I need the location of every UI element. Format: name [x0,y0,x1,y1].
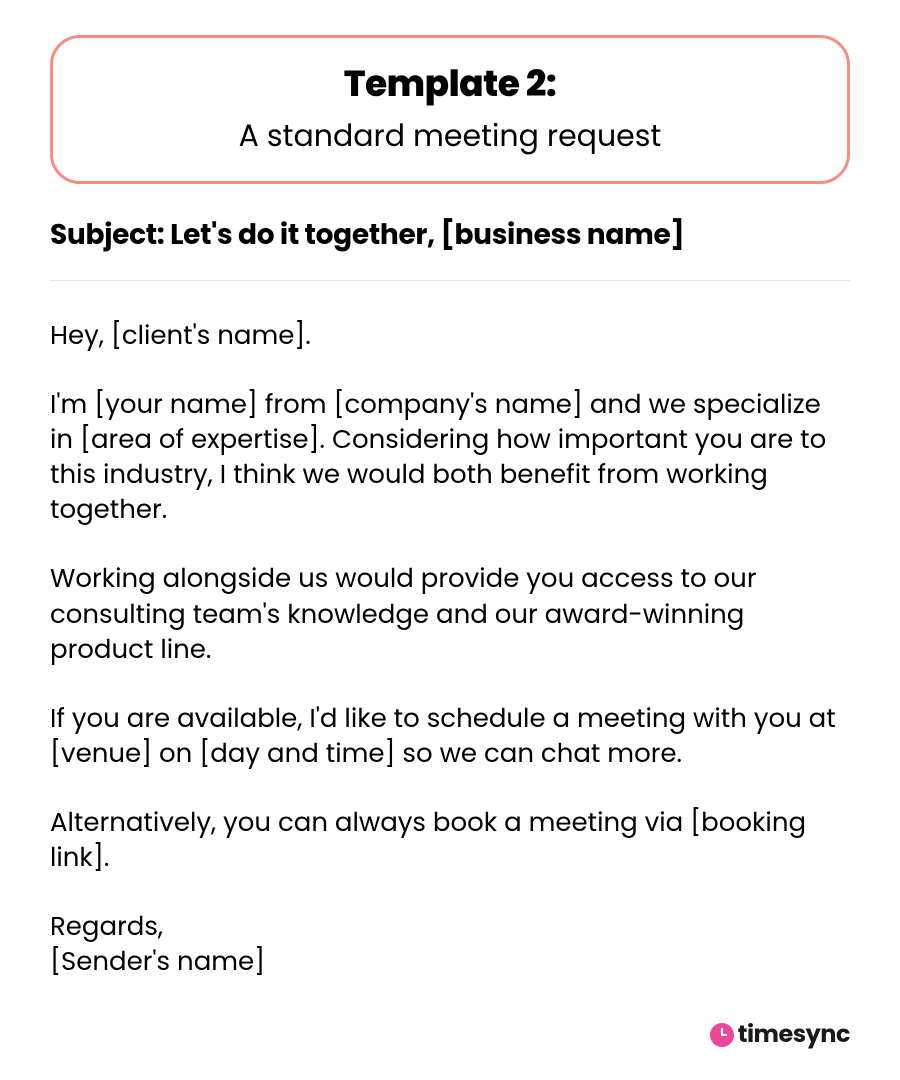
paragraph-4: Alternatively, you can always book a mee… [50,806,850,876]
logo: timesync [710,1017,850,1052]
paragraph-3: If you are available, I'd like to schedu… [50,702,850,772]
clock-icon [710,1023,734,1047]
divider [50,280,850,281]
signoff-regards: Regards, [50,910,850,945]
subject-line: Subject: Let's do it together, [business… [50,214,850,256]
logo-text: timesync [738,1017,850,1052]
signoff: Regards, [Sender's name] [50,910,850,980]
signoff-name: [Sender's name] [50,945,850,980]
paragraph-1: I'm [your name] from [company's name] an… [50,388,850,528]
greeting: Hey, [client's name]. [50,319,850,354]
paragraph-2: Working alongside us would provide you a… [50,562,850,667]
template-title: Template 2: [93,56,807,111]
template-subtitle: A standard meeting request [93,113,807,159]
email-body: Hey, [client's name]. I'm [your name] fr… [50,319,850,980]
template-header-box: Template 2: A standard meeting request [50,35,850,184]
